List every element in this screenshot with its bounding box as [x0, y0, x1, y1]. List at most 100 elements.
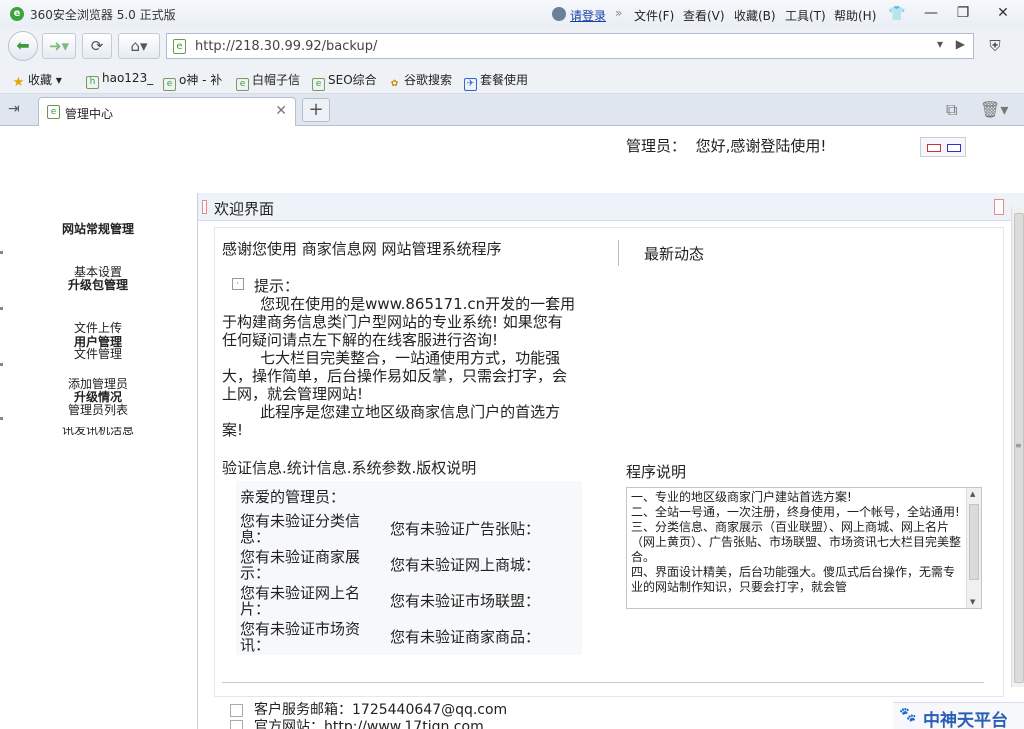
nav-admin-list[interactable]: 管理员列表 [0, 401, 196, 418]
fav-google-search[interactable]: ✿ 谷歌搜索 [388, 71, 452, 92]
back-button[interactable]: ⬅ [8, 31, 38, 61]
page-icon: e [312, 78, 325, 91]
stat-classified: 您有未验证分类信息： [240, 512, 361, 546]
address-bar[interactable]: e http://218.30.99.92/backup/ ▾ ▶ [166, 33, 974, 59]
close-window-button[interactable]: ✕ [986, 2, 1020, 24]
go-arrow-icon[interactable]: ▶ [956, 37, 965, 51]
scroll-up-icon[interactable]: ▲ [970, 490, 975, 498]
navigation-bar: ⬅ ➜▾ ⟳ ⌂▾ e http://218.30.99.92/backup/ … [0, 28, 1024, 64]
stat-market-alliance: 您有未验证市场联盟： [390, 592, 541, 610]
menu-file[interactable]: 文件(F) [634, 7, 674, 24]
fav-o-shen[interactable]: e o神 - 补 [163, 71, 222, 91]
brand-name: 中神天平台 [923, 711, 1008, 729]
bullet-icon [0, 251, 3, 254]
flag-icon[interactable] [927, 144, 941, 152]
new-tab-button[interactable]: + [302, 98, 330, 122]
clip-row: 官方网站：http://www.17tiqn.com [0, 718, 890, 729]
nav-clipped-item[interactable]: 讯发讯机活息 [0, 427, 196, 435]
refresh-button[interactable]: ⟳ [82, 33, 112, 59]
page-icon: e [47, 105, 60, 119]
forward-button[interactable]: ➜▾ [42, 33, 76, 59]
sidebar-toggle-icon[interactable]: ⇥ [8, 101, 20, 117]
page-icon: e [236, 78, 249, 91]
skin-shirt-icon[interactable]: 👕 [888, 6, 905, 22]
program-heading: 程序说明 [626, 463, 687, 481]
minimize-button[interactable]: — [914, 2, 948, 24]
user-icon[interactable] [552, 7, 566, 21]
panel-title: 欢迎界面 [214, 200, 275, 218]
chevron-down-icon[interactable]: ▾ [937, 37, 943, 51]
menu-favorites[interactable]: 收藏(B) [734, 7, 776, 24]
menu-view[interactable]: 查看(V) [683, 7, 725, 24]
program-description-text: 一、专业的地区级商家门户建站首选方案! 二、全站一号通，一次注册，终身使用，一个… [631, 490, 962, 594]
menu-tools[interactable]: 工具(T) [785, 7, 826, 24]
official-site: 官方网站：http://www.17tiqn.com [254, 719, 484, 729]
stat-cards: 您有未验证网上名片： [240, 584, 361, 618]
divider [222, 682, 984, 683]
browser-logo-icon: e [10, 7, 24, 21]
page-content: 管理员： 您好,感谢登陆使用! 网站常规管理 基本设置 升级包管理 文件上传 用… [0, 127, 1024, 729]
stat-merchants: 您有未验证商家展示： [240, 548, 361, 582]
brand-badge[interactable]: 🐾 中神天平台 [893, 702, 1024, 729]
google-icon: ✿ [390, 79, 399, 89]
flag-icon[interactable] [947, 144, 961, 152]
trash-icon[interactable]: 🗑▾ [980, 100, 1008, 119]
nav-upgrade-package[interactable]: 升级包管理 [0, 276, 196, 293]
login-link[interactable]: 请登录 [570, 7, 606, 24]
scroll-down-icon[interactable]: ▼ [970, 598, 975, 606]
star-icon: ★ [12, 75, 25, 90]
program-description-box[interactable]: 一、专业的地区级商家门户建站首选方案! 二、全站一号通，一次注册，终身使用，一个… [626, 487, 982, 609]
tip-icon: · [232, 278, 244, 290]
grip-icon: ≡ [1015, 441, 1022, 450]
hao-icon: h [86, 76, 99, 89]
tab-bar: ⇥ e 管理中心 ✕ + ⧉ 🗑▾ [0, 94, 1024, 126]
favorites-menu[interactable]: ★ 收藏 ▾ [12, 71, 62, 89]
service-email: 客户服务邮箱：1725440647@qq.com [254, 702, 508, 718]
stat-ads: 您有未验证广告张贴： [390, 520, 541, 538]
fav-seo[interactable]: e SEO综合 [312, 71, 377, 91]
tab-label: 管理中心 [65, 107, 114, 121]
title-bar: e 360安全浏览器 5.0 正式版 请登录 » 文件(F) 查看(V) 收藏(… [0, 0, 1024, 28]
scroll-thumb[interactable] [969, 504, 979, 580]
marker-icon [994, 199, 1004, 215]
menu-help[interactable]: 帮助(H) [834, 7, 876, 24]
thanks-heading: 感谢您使用 商家信息网 网站管理系统程序 [222, 240, 502, 258]
page-icon: e [173, 39, 186, 54]
latest-news-heading: 最新动态 [644, 245, 705, 263]
stat-market-news: 您有未验证市场资讯： [240, 620, 361, 654]
shield-icon[interactable]: ⛨ [982, 33, 1008, 59]
close-tab-icon[interactable]: ✕ [275, 103, 287, 119]
tip-label: 提示： [254, 277, 300, 295]
site-checkbox[interactable] [230, 720, 243, 729]
tab-list-icon[interactable]: ⧉ [946, 100, 957, 120]
frame-scrollbar[interactable]: ≡ [1011, 207, 1024, 687]
stat-mall: 您有未验证网上商城： [390, 556, 541, 574]
fav-package[interactable]: ✈ 套餐使用 [464, 71, 528, 91]
paw-icon: 🐾 [899, 707, 917, 723]
tab-admin-center[interactable]: e 管理中心 ✕ [38, 97, 296, 126]
favorites-bar: ★ 收藏 ▾ h hao123_ e o神 - 补 e 白帽子信 e SEO综合 ✿ 谷歌搜… [0, 64, 1024, 94]
nav-file-management[interactable]: 文件管理 [0, 345, 196, 362]
language-flags[interactable] [920, 137, 966, 157]
welcome-text: 您现在使用的是www.865171.cn开发的一套用于构建商务信息类门户型网站的… [222, 295, 576, 439]
bullet-icon [0, 363, 3, 366]
stats-heading: 验证信息.统计信息.系统参数.版权说明 [222, 459, 477, 477]
divider [618, 240, 619, 266]
fav-hao123[interactable]: h hao123_ [86, 71, 153, 89]
nav-site-management[interactable]: 网站常规管理 [0, 220, 196, 237]
window-title: 360安全浏览器 5.0 正式版 [30, 8, 176, 22]
description-scrollbar[interactable]: ▲ ▼ [966, 488, 981, 608]
package-icon: ✈ [464, 78, 477, 91]
admin-greeting: 管理员： 您好,感谢登陆使用! [626, 137, 827, 155]
bullet-icon [0, 307, 3, 310]
address-url[interactable]: http://218.30.99.92/backup/ [195, 39, 377, 54]
chevron-right-icon: » [615, 6, 623, 20]
stat-products: 您有未验证商家商品： [390, 628, 541, 646]
panel-header: 欢迎界面 [198, 193, 1024, 221]
restore-button[interactable]: ❐ [946, 2, 980, 24]
email-checkbox[interactable] [230, 704, 243, 717]
dear-admin: 亲爱的管理员： [240, 488, 346, 506]
home-button[interactable]: ⌂▾ [118, 33, 160, 59]
page-icon: e [163, 78, 176, 91]
fav-baimaozi[interactable]: e 白帽子信 [236, 71, 300, 91]
